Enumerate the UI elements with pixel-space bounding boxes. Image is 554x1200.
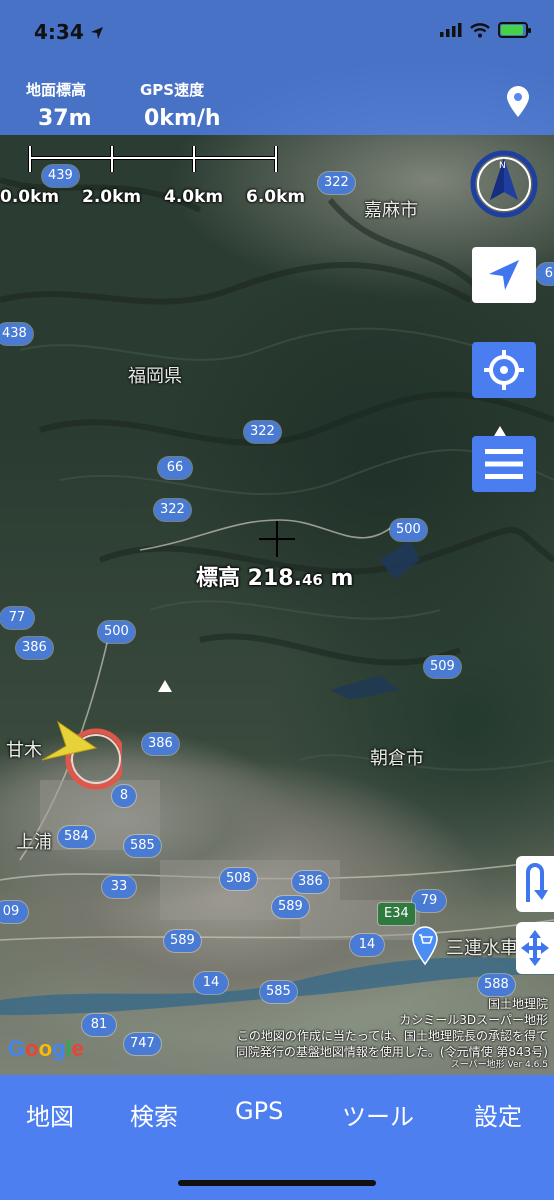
north-compass-icon: N bbox=[470, 150, 538, 218]
scale-label: 0.0km bbox=[0, 187, 60, 207]
svg-text:N: N bbox=[499, 161, 506, 171]
road-shield: 589 bbox=[272, 896, 309, 918]
status-icons bbox=[440, 22, 531, 38]
scale-bar: 0.0km 2.0km 4.0km 6.0km bbox=[0, 140, 320, 210]
locate-me-button[interactable] bbox=[472, 342, 536, 398]
place-fukuoka: 福岡県 bbox=[128, 366, 182, 387]
gps-speed-value: 0km/h bbox=[144, 106, 221, 131]
scale-label: 6.0km bbox=[246, 187, 306, 207]
summit-marker-icon bbox=[158, 680, 172, 692]
crosshair-target-icon bbox=[484, 350, 524, 390]
road-shield: 14 bbox=[350, 934, 384, 956]
altitude-value: 37m bbox=[38, 106, 92, 131]
road-shield: 322 bbox=[318, 172, 355, 194]
pan-button[interactable] bbox=[516, 922, 554, 974]
road-shield: 77 bbox=[0, 607, 34, 629]
scale-ruler bbox=[28, 146, 278, 172]
road-shield: 67 bbox=[536, 263, 554, 285]
tab-settings[interactable]: 設定 bbox=[474, 1097, 522, 1132]
menu-button[interactable] bbox=[472, 436, 536, 492]
heading-mode-button[interactable] bbox=[472, 247, 536, 303]
battery-icon bbox=[498, 22, 531, 38]
location-pin-icon[interactable] bbox=[505, 86, 531, 118]
road-shield: 09 bbox=[0, 901, 28, 923]
road-shield: 588 bbox=[478, 974, 515, 996]
road-shield: 66 bbox=[158, 457, 192, 479]
altitude-label: 地面標高 bbox=[26, 81, 87, 99]
road-shield: 79 bbox=[412, 890, 446, 912]
road-shield: 584 bbox=[58, 826, 95, 848]
road-shield: 747 bbox=[124, 1033, 161, 1055]
summit-marker-icon bbox=[494, 426, 506, 436]
tab-tools[interactable]: ツール bbox=[342, 1097, 414, 1132]
place-kama: 嘉麻市 bbox=[364, 200, 418, 221]
road-shield: 438 bbox=[0, 323, 33, 345]
center-crosshair-icon bbox=[259, 521, 295, 557]
u-turn-arrow-icon bbox=[526, 863, 548, 902]
road-shield: 322 bbox=[244, 421, 281, 443]
north-compass-button[interactable]: N bbox=[470, 150, 538, 218]
navigation-arrow-icon bbox=[489, 260, 519, 290]
tab-map[interactable]: 地図 bbox=[26, 1097, 74, 1132]
tab-gps[interactable]: GPS bbox=[235, 1097, 283, 1125]
place-santan: 三連水車 bbox=[446, 938, 518, 959]
tab-search[interactable]: 検索 bbox=[130, 1097, 178, 1132]
road-shield: 509 bbox=[424, 656, 461, 678]
info-header: 4:34 地面標高 37m GPS速度 0km/h bbox=[0, 0, 554, 135]
wifi-icon bbox=[470, 22, 490, 37]
gps-speed-label: GPS速度 bbox=[140, 81, 205, 99]
location-arrow-icon bbox=[91, 27, 103, 39]
track-button[interactable] bbox=[516, 856, 554, 912]
road-shield: 33 bbox=[102, 876, 136, 898]
crosshair-elevation-label: 標高 218.46 m bbox=[196, 566, 354, 591]
map-attribution: 国土地理院 カシミール3Dスーパー地形 この地図の作成に当たっては、国土地理院長… bbox=[235, 997, 548, 1070]
road-shield: 508 bbox=[220, 868, 257, 890]
road-shield: 585 bbox=[124, 835, 161, 857]
road-shield: 386 bbox=[16, 637, 53, 659]
status-time: 4:34 bbox=[34, 20, 84, 44]
road-shield: 386 bbox=[142, 733, 179, 755]
road-shield: 14 bbox=[194, 972, 228, 994]
home-indicator[interactable] bbox=[178, 1180, 376, 1186]
place-amagi: 甘木 bbox=[6, 740, 42, 761]
shopping-pin-icon[interactable] bbox=[410, 924, 440, 966]
road-shield: 589 bbox=[164, 930, 201, 952]
gps-position-marker-icon bbox=[41, 720, 122, 790]
road-shield: 500 bbox=[98, 621, 135, 643]
hamburger-menu-icon bbox=[485, 449, 523, 479]
google-logo: Google bbox=[8, 1036, 84, 1061]
signal-icon bbox=[440, 23, 462, 37]
road-shield: 81 bbox=[82, 1014, 116, 1036]
road-shield: 322 bbox=[154, 499, 191, 521]
place-kamiura: 上浦 bbox=[16, 832, 52, 853]
four-way-arrows-icon bbox=[521, 930, 549, 966]
road-shield: 500 bbox=[390, 519, 427, 541]
road-shield: 386 bbox=[292, 871, 329, 893]
scale-label: 2.0km bbox=[82, 187, 142, 207]
status-bar: 4:34 bbox=[0, 0, 554, 66]
expressway-shield: E34 bbox=[378, 903, 415, 925]
scale-label: 4.0km bbox=[164, 187, 224, 207]
place-asakura: 朝倉市 bbox=[370, 748, 424, 769]
